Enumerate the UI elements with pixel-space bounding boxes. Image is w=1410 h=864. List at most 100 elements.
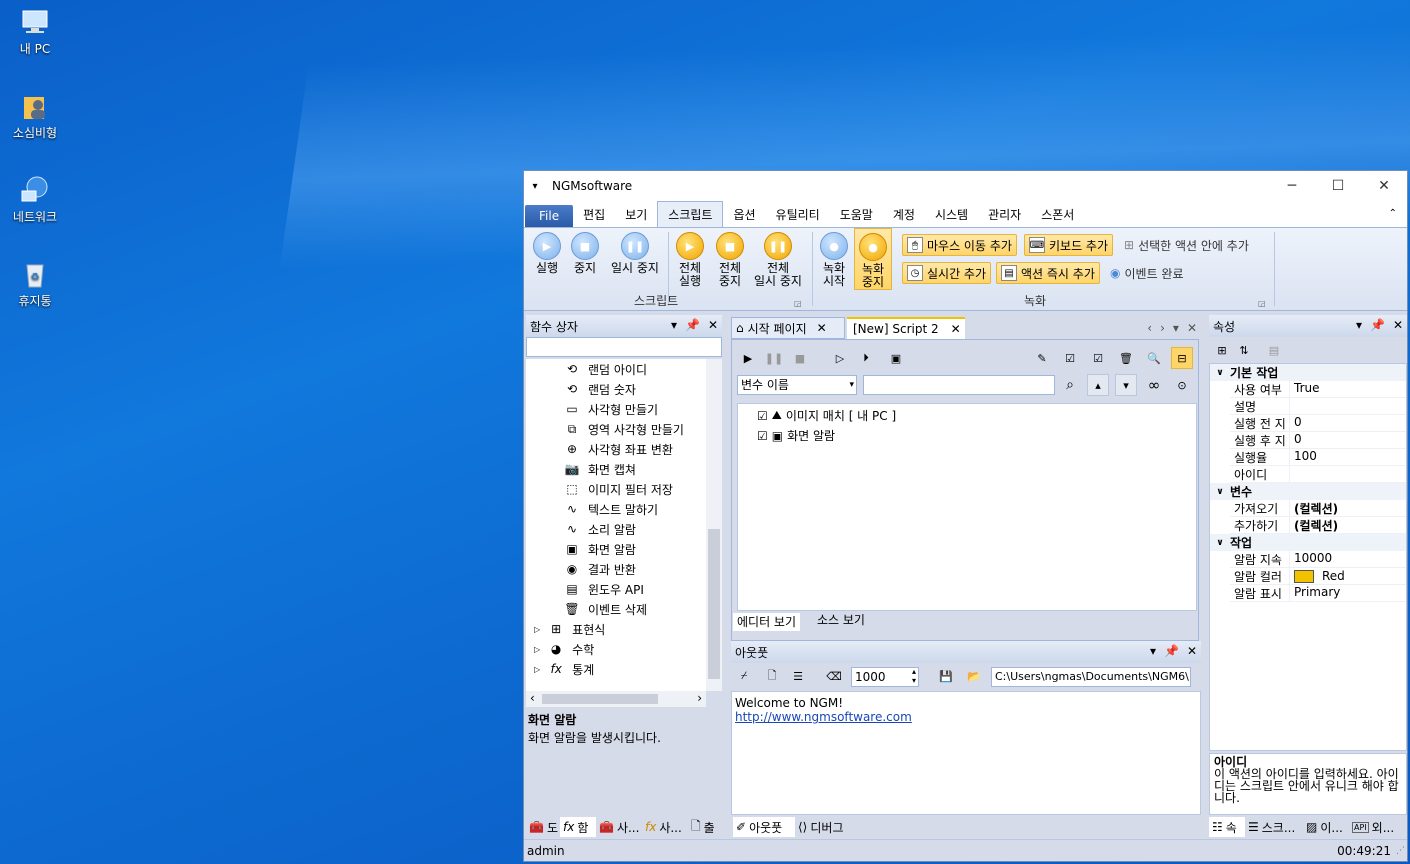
property-row[interactable]: 추가하기 (컬렉션) <box>1230 517 1406 534</box>
desktop-icon-my-pc[interactable]: 내 PC <box>4 6 66 57</box>
bottom-tab-user-func[interactable]: fx 사... <box>642 817 688 837</box>
pause-all-button[interactable]: ❚❚ 전체 일시 중지 <box>750 232 806 288</box>
categorized-icon[interactable]: ⊞ <box>1211 339 1233 361</box>
minimize-button[interactable]: ─ <box>1269 171 1315 201</box>
play-icon[interactable]: ▶ <box>737 347 759 369</box>
property-row[interactable]: 실행 전 지0 <box>1230 415 1406 432</box>
desktop-icon-user[interactable]: 소심비형 <box>4 90 66 141</box>
list-item[interactable]: ⬚ 이미지 필터 저장 <box>564 479 673 499</box>
eraser-icon[interactable]: ⌫ <box>823 665 845 687</box>
list-item[interactable]: ∿ 소리 알람 <box>564 519 636 539</box>
horizontal-scrollbar[interactable]: ‹ › <box>526 691 706 707</box>
record-stop-button[interactable]: ● 녹화 중지 <box>854 228 892 290</box>
property-row[interactable]: 가져오기 (컬렉션) <box>1230 500 1406 517</box>
resize-grip-icon[interactable]: ⋰ <box>1396 846 1405 856</box>
check-all-icon[interactable]: ☑ <box>1059 347 1081 369</box>
step-icon[interactable]: ▷ <box>829 347 851 369</box>
edit-icon[interactable]: ✎ <box>1031 347 1053 369</box>
tab-options[interactable]: 옵션 <box>723 202 765 227</box>
check-icon[interactable]: ☑ <box>1087 347 1109 369</box>
bottom-tab-image[interactable]: ▨ 이... <box>1303 817 1349 837</box>
add-keyboard-button[interactable]: ⌨ 키보드 추가 <box>1024 234 1114 256</box>
property-row[interactable]: 아이디 <box>1230 466 1406 483</box>
close-icon[interactable]: ✕ <box>708 318 718 332</box>
close-icon[interactable]: ✕ <box>951 322 961 336</box>
tab-output[interactable]: ✐ 아웃풋 <box>733 817 795 837</box>
output-path-field[interactable]: C:\Users\ngmas\Documents\NGM6\ <box>991 667 1191 687</box>
output-link[interactable]: http://www.ngmsoftware.com <box>732 710 1200 724</box>
record-start-button[interactable]: ● 녹화 시작 <box>816 232 852 288</box>
bottom-tab-function[interactable]: fx 함 <box>560 817 596 837</box>
search-icon[interactable]: 🔍 <box>1143 347 1165 369</box>
property-pages-icon[interactable]: ▤ <box>1263 339 1285 361</box>
toolbox-scrollbar[interactable] <box>706 359 722 691</box>
checkbox-checked-icon[interactable]: ☑ <box>757 429 768 443</box>
tab-view[interactable]: 보기 <box>615 202 657 227</box>
property-category[interactable]: ∨ 기본 작업 <box>1210 364 1406 381</box>
collapse-icon[interactable]: ∨ <box>1210 487 1230 497</box>
list-item[interactable]: ▣ 화면 알람 <box>564 539 636 559</box>
close-icon[interactable]: ✕ <box>1393 318 1403 332</box>
list-item[interactable]: 🗑 이벤트 삭제 <box>564 599 647 619</box>
pin-icon[interactable]: 📌 <box>685 318 700 332</box>
list-item[interactable]: ⊕ 사각형 좌표 변환 <box>564 439 673 459</box>
more-icon[interactable]: ⊙ <box>1171 374 1193 396</box>
list-item[interactable]: ⟲ 랜덤 아이디 <box>564 359 647 379</box>
pin-icon[interactable]: 📌 <box>1370 318 1385 332</box>
property-row[interactable]: 알람 표시 Primary <box>1230 585 1406 602</box>
close-icon[interactable]: ✕ <box>1187 321 1197 335</box>
infinity-icon[interactable]: ∞ <box>1143 374 1165 396</box>
pin-icon[interactable]: 📌 <box>1164 644 1179 658</box>
tab-sponsor[interactable]: 스폰서 <box>1031 202 1084 227</box>
tree-group-stats[interactable]: ▷ fx 통계 <box>534 659 594 679</box>
trash-icon[interactable]: 🗑 <box>1115 347 1137 369</box>
chevron-right-icon[interactable]: › <box>1160 321 1165 335</box>
tab-source-view[interactable]: 소스 보기 <box>813 611 869 629</box>
pause-icon[interactable]: ❚❚ <box>763 347 785 369</box>
tab-script[interactable]: 스크립트 <box>657 201 724 227</box>
dropdown-icon[interactable]: ▾ <box>1173 321 1179 335</box>
document-settings-icon[interactable]: 🗋 <box>761 665 783 687</box>
desktop-icon-recycle-bin[interactable]: ♻ 휴지통 <box>4 258 66 309</box>
sort-up-icon[interactable]: ▴ <box>1087 374 1109 396</box>
sort-down-icon[interactable]: ▾ <box>1115 374 1137 396</box>
save-icon[interactable]: 💾 <box>935 665 957 687</box>
tree-item[interactable]: ☑ ▣ 화면 알람 <box>757 427 835 444</box>
bottom-tab-doc[interactable]: 🧰 도 <box>526 817 560 837</box>
add-realtime-button[interactable]: ◷ 실시간 추가 <box>902 262 992 284</box>
tab-debug[interactable]: ⟨⟩ 디버그 <box>795 817 855 837</box>
list-item[interactable]: ▤ 윈도우 API <box>564 579 644 599</box>
stepper-arrows-icon[interactable]: ▴ ▾ <box>912 667 916 685</box>
list-item[interactable]: ⟲ 랜덤 숫자 <box>564 379 636 399</box>
list-item[interactable]: ∿ 텍스트 말하기 <box>564 499 658 519</box>
run-selected-icon[interactable]: ▣ <box>885 347 907 369</box>
add-in-selected-action-button[interactable]: ⊞ 선택한 액션 안에 추가 <box>1120 234 1253 256</box>
stop-all-button[interactable]: ■ 전체 중지 <box>712 232 748 288</box>
property-row[interactable]: 알람 컬러 Red <box>1230 568 1406 585</box>
property-row[interactable]: 실행율 100 <box>1230 449 1406 466</box>
add-mouse-move-button[interactable]: 🖱 마우스 이동 추가 <box>902 234 1017 256</box>
dialog-launcher-icon[interactable]: ◲ <box>1258 299 1266 308</box>
bottom-tab-script[interactable]: ☰ 스크... <box>1245 817 1303 837</box>
tree-group-math[interactable]: ▷ ◕ 수학 <box>534 639 594 659</box>
property-row[interactable]: 실행 후 지0 <box>1230 432 1406 449</box>
list-item[interactable]: ◉ 결과 반환 <box>564 559 636 579</box>
bottom-tab-user[interactable]: 🧰 사... <box>596 817 642 837</box>
dropdown-icon[interactable]: ▾ <box>1356 318 1362 332</box>
property-row[interactable]: 사용 여부 True <box>1230 381 1406 398</box>
add-action-immediately-button[interactable]: ▤ 액션 즉시 추가 <box>996 262 1100 284</box>
run-all-button[interactable]: ▶ 전체 실행 <box>672 232 708 288</box>
stop-button[interactable]: ■ 중지 <box>568 232 602 275</box>
collapse-ribbon-icon[interactable]: ⌃ <box>1389 208 1397 219</box>
play-box-icon[interactable]: ⏵ <box>855 347 877 369</box>
tab-edit[interactable]: 편집 <box>573 202 615 227</box>
tree-view-icon[interactable]: ⊟ <box>1171 347 1193 369</box>
folder-open-icon[interactable]: 📂 <box>963 665 985 687</box>
bottom-tab-output[interactable]: 🗋 출 <box>688 817 722 837</box>
broom-icon[interactable]: ⌿ <box>733 665 755 687</box>
pause-button[interactable]: ❚❚ 일시 중지 <box>606 232 664 275</box>
tab-admin[interactable]: 관리자 <box>978 202 1031 227</box>
variable-search-input[interactable] <box>863 375 1055 395</box>
tab-start-page[interactable]: ⌂ 시작 페이지 ✕ <box>731 317 845 339</box>
desktop-icon-network[interactable]: 네트워크 <box>4 174 66 225</box>
